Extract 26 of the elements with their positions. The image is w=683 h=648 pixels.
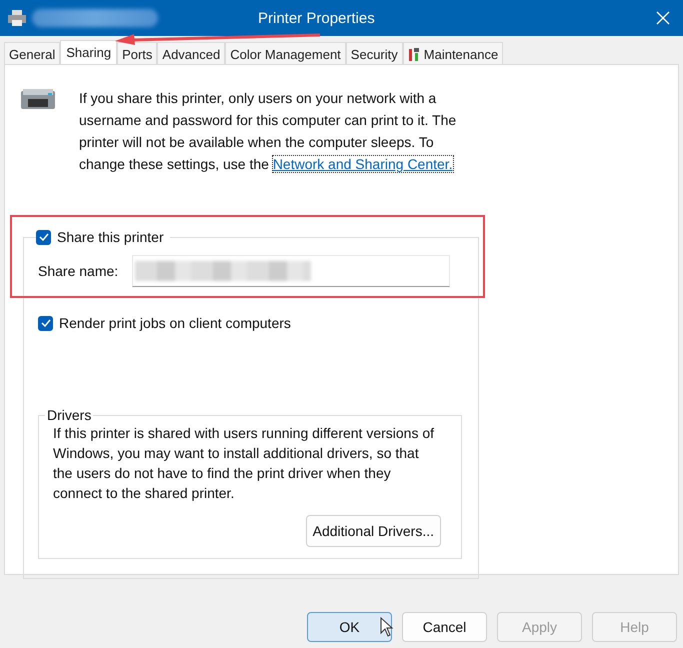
network-link[interactable]: Network and Sharing Center. bbox=[272, 156, 453, 172]
field-label: Share name: bbox=[38, 263, 118, 279]
group-title: Drivers bbox=[46, 407, 92, 423]
tab[interactable]: General bbox=[4, 42, 60, 64]
additional-drivers-button[interactable]: Additional Drivers... bbox=[306, 515, 441, 547]
close-button[interactable] bbox=[656, 11, 670, 25]
input-field[interactable] bbox=[132, 255, 450, 287]
cursor-icon bbox=[380, 617, 394, 637]
checkbox-label: Render print jobs on client computers bbox=[59, 315, 291, 331]
tab[interactable]: Maintenance bbox=[402, 42, 504, 64]
tab[interactable]: Sharing bbox=[60, 40, 118, 64]
checkbox[interactable] bbox=[38, 316, 53, 330]
dialog-button[interactable]: OK bbox=[307, 612, 392, 642]
dialog-button[interactable]: Cancel bbox=[402, 612, 487, 642]
tab[interactable]: Ports bbox=[117, 42, 158, 64]
info-text: If you share this printer, only users on your network with a username and password for this computer can print to it. The printer will not be available when the computer sleeps. To change these settings, use the Network and Sharing Center. bbox=[79, 89, 458, 174]
tab[interactable]: Advanced bbox=[157, 42, 226, 64]
drivers-text: If this printer is shared with users running different versions of Windows, you may want to install additional drivers, so that the users do not have to find the print driver when they connect to the shared printer. bbox=[53, 424, 436, 503]
window-title: Printer Properties bbox=[258, 10, 375, 26]
checkbox[interactable] bbox=[36, 230, 51, 244]
printer-icon bbox=[8, 10, 26, 26]
tab[interactable]: Color Management bbox=[225, 42, 346, 64]
tab[interactable]: Security bbox=[346, 42, 403, 64]
checkbox-label: Share this printer bbox=[57, 229, 164, 245]
checkmark-icon bbox=[40, 319, 50, 327]
checkmark-icon bbox=[38, 233, 48, 241]
